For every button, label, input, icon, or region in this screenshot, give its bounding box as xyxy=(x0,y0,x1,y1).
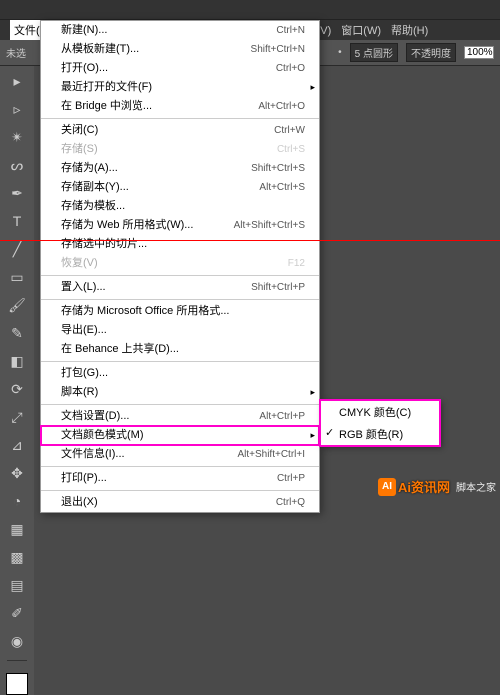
lasso-tool-icon[interactable]: ᔕ xyxy=(6,154,28,176)
menu-window[interactable]: 窗口(W) xyxy=(337,20,385,40)
submenu-cmyk[interactable]: CMYK 颜色(C) xyxy=(321,401,439,423)
mesh-tool-icon[interactable]: ▩ xyxy=(6,546,28,568)
menu-item[interactable]: 退出(X)Ctrl+Q xyxy=(41,493,319,512)
menu-item[interactable]: 文件信息(I)...Alt+Shift+Ctrl+I xyxy=(41,445,319,464)
menu-item[interactable]: 在 Bridge 中浏览...Alt+Ctrl+O xyxy=(41,97,319,116)
gradient-tool-icon[interactable]: ▤ xyxy=(6,574,28,596)
rotate-tool-icon[interactable]: ⟳ xyxy=(6,378,28,400)
menu-item[interactable]: 打开(O)...Ctrl+O xyxy=(41,59,319,78)
blend-tool-icon[interactable]: ◉ xyxy=(6,630,28,652)
opacity-label: 不透明度 xyxy=(406,43,456,62)
menu-item[interactable]: 存储为 Web 所用格式(W)...Alt+Shift+Ctrl+S xyxy=(41,216,319,235)
menu-item[interactable]: 从模板新建(T)...Shift+Ctrl+N xyxy=(41,40,319,59)
menu-item[interactable]: 脚本(R) xyxy=(41,383,319,402)
line-tool-icon[interactable]: ╱ xyxy=(6,238,28,260)
wand-tool-icon[interactable]: ✴ xyxy=(6,126,28,148)
menu-item[interactable]: 存储选中的切片... xyxy=(41,235,319,254)
tool-separator xyxy=(7,660,27,661)
menu-item[interactable]: 打印(P)...Ctrl+P xyxy=(41,469,319,488)
bullet-icon: • xyxy=(338,47,342,58)
perspective-tool-icon[interactable]: ▦ xyxy=(6,518,28,540)
menu-item: 恢复(V)F12 xyxy=(41,254,319,273)
watermark: AI Ai资讯网 脚本之家 xyxy=(378,477,496,496)
pencil-tool-icon[interactable]: ✎ xyxy=(6,322,28,344)
free-transform-tool-icon[interactable]: ✥ xyxy=(6,462,28,484)
brush-tool-icon[interactable]: 🖌 xyxy=(6,294,28,316)
title-bar xyxy=(0,0,500,20)
menu-item[interactable]: 文档颜色模式(M) xyxy=(41,426,319,445)
menu-item[interactable]: 在 Behance 上共享(D)... xyxy=(41,340,319,359)
toolbox: ▸ ▹ ✴ ᔕ ✒ T ╱ ▭ 🖌 ✎ ◧ ⟳ ⤢ ⊿ ✥ ◔ ▦ ▩ ▤ ✐ … xyxy=(0,66,34,695)
no-selection-label: 未选 xyxy=(6,45,26,60)
menu-item[interactable]: 存储为 Microsoft Office 所用格式... xyxy=(41,302,319,321)
selection-tool-icon[interactable]: ▸ xyxy=(6,70,28,92)
eyedropper-tool-icon[interactable]: ✐ xyxy=(6,602,28,624)
pen-tool-icon[interactable]: ✒ xyxy=(6,182,28,204)
menu-help[interactable]: 帮助(H) xyxy=(387,20,432,40)
brush-preset[interactable]: 5 点圆形 xyxy=(350,43,398,62)
eraser-tool-icon[interactable]: ◧ xyxy=(6,350,28,372)
menu-item: 存储(S)Ctrl+S xyxy=(41,140,319,159)
type-tool-icon[interactable]: T xyxy=(6,210,28,232)
menu-item[interactable]: 置入(L)...Shift+Ctrl+P xyxy=(41,278,319,297)
menu-item[interactable]: 存储副本(Y)...Alt+Ctrl+S xyxy=(41,178,319,197)
menu-item[interactable]: 关闭(C)Ctrl+W xyxy=(41,121,319,140)
watermark-text: Ai资讯网 xyxy=(398,477,450,496)
file-menu-dropdown: 新建(N)...Ctrl+N从模板新建(T)...Shift+Ctrl+N打开(… xyxy=(40,20,320,513)
width-tool-icon[interactable]: ⊿ xyxy=(6,434,28,456)
menu-item[interactable]: 最近打开的文件(F) xyxy=(41,78,319,97)
watermark-icon: AI xyxy=(378,478,396,496)
menu-item[interactable]: 文档设置(D)...Alt+Ctrl+P xyxy=(41,407,319,426)
scale-tool-icon[interactable]: ⤢ xyxy=(6,406,28,428)
menu-item[interactable]: 存储为(A)...Shift+Ctrl+S xyxy=(41,159,319,178)
annotation-red-line xyxy=(0,240,500,241)
watermark-subtext: 脚本之家 xyxy=(456,479,496,494)
opacity-value[interactable]: 100% xyxy=(464,46,494,59)
submenu-rgb[interactable]: RGB 颜色(R) xyxy=(321,423,439,445)
rectangle-tool-icon[interactable]: ▭ xyxy=(6,266,28,288)
color-mode-submenu: CMYK 颜色(C) RGB 颜色(R) xyxy=(320,400,440,446)
direct-selection-tool-icon[interactable]: ▹ xyxy=(6,98,28,120)
menu-item[interactable]: 新建(N)...Ctrl+N xyxy=(41,21,319,40)
shape-builder-tool-icon[interactable]: ◔ xyxy=(6,490,28,512)
menu-item[interactable]: 打包(G)... xyxy=(41,364,319,383)
fill-swatch[interactable] xyxy=(6,673,28,695)
menu-item[interactable]: 导出(E)... xyxy=(41,321,319,340)
menu-item[interactable]: 存储为模板... xyxy=(41,197,319,216)
